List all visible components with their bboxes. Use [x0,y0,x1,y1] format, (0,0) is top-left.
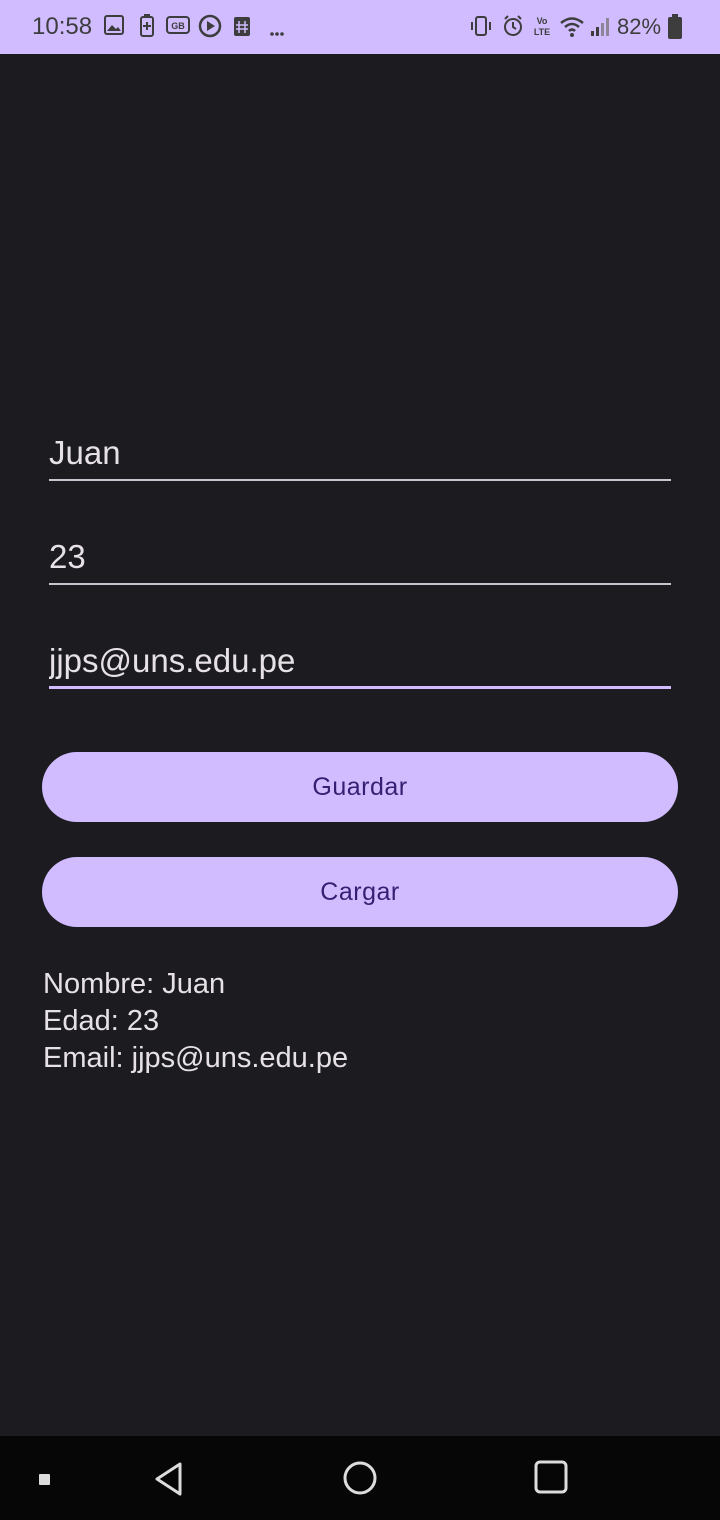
save-button[interactable]: Guardar [42,752,678,822]
battery-icon [667,14,683,45]
name-field[interactable] [49,429,671,477]
play-icon [198,14,222,43]
result-text: Nombre: Juan Edad: 23 Email: jjps@uns.ed… [43,966,348,1077]
email-field[interactable] [49,637,671,685]
svg-text:Vo: Vo [537,16,548,26]
gallery-icon [103,14,125,41]
load-button[interactable]: Cargar [42,857,678,927]
volte-icon: Vo LTE [533,14,551,43]
wifi-icon [559,14,585,43]
email-field-container [49,637,671,689]
overview-icon[interactable] [534,1460,568,1499]
name-field-container [49,429,671,481]
battery-saver-icon [139,14,155,43]
svg-text:LTE: LTE [534,27,550,37]
recent-apps-dot-icon[interactable] [39,1473,51,1491]
result-email-line: Email: jjps@uns.edu.pe [43,1042,349,1074]
gb-app-icon: GB [166,14,190,41]
back-icon[interactable] [152,1461,184,1502]
more-dots-icon [270,24,284,42]
result-age-line: Edad: 23 [43,1005,160,1037]
signal-icon [589,14,613,43]
home-icon[interactable] [342,1460,378,1501]
age-field-container [49,533,671,585]
svg-text:GB: GB [171,21,185,31]
result-name-line: Nombre: Juan [43,968,226,1000]
battery-percent: 82% [617,14,662,39]
navigation-bar [0,1436,720,1520]
age-field[interactable] [49,533,671,581]
app-screen: 10:58 GB Vo LTE 82% Juan 23 jjps@uns.edu… [0,0,720,1520]
hash-app-icon [233,14,251,43]
vibrate-icon [469,14,493,43]
alarm-icon [502,14,524,43]
status-time: 10:58 [32,13,93,40]
status-bar: 10:58 GB Vo LTE 82% [0,0,720,54]
